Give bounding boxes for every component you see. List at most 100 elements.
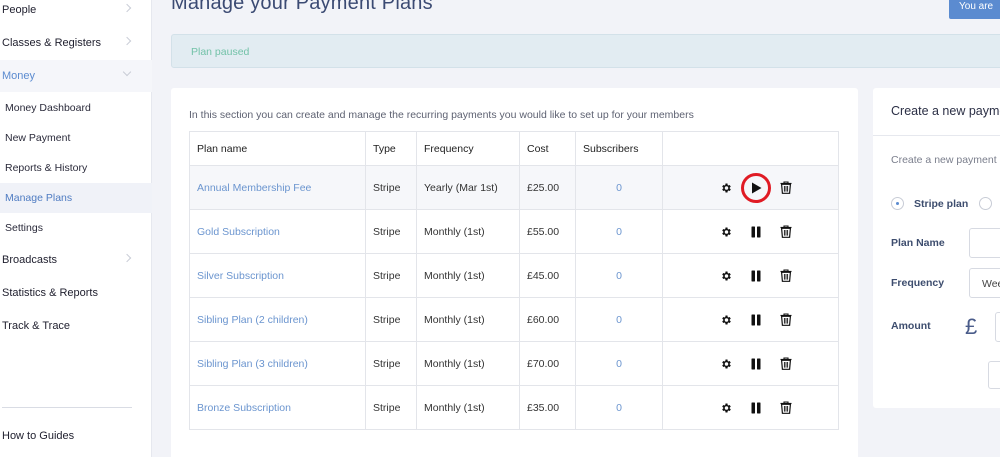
pause-icon[interactable]: [749, 269, 763, 283]
plan-name-link[interactable]: Sibling Plan (3 children): [189, 341, 366, 386]
gear-icon[interactable]: [719, 357, 733, 371]
new-plan-card: Create a new payment plan Create a new p…: [873, 88, 1000, 408]
sidebar-subitem-settings[interactable]: Settings: [0, 213, 152, 243]
gear-icon[interactable]: [719, 181, 733, 195]
plan-name-label: Plan Name: [891, 237, 945, 249]
plan-frequency-cell: Monthly (1st): [416, 341, 520, 386]
plan-cost-cell: £45.00: [519, 253, 576, 298]
sidebar-subitem-label: Manage Plans: [5, 192, 73, 204]
plan-subscribers-link[interactable]: 0: [575, 209, 663, 254]
sidebar-subitem-manage-plans[interactable]: Manage Plans: [0, 183, 152, 213]
sidebar-item-statistics-reports[interactable]: Statistics & Reports: [0, 277, 152, 309]
sidebar-item-money[interactable]: Money: [0, 60, 152, 92]
submit-button[interactable]: [988, 361, 1000, 389]
chevron-right-icon: [122, 3, 132, 13]
new-plan-title: Create a new payment plan: [891, 104, 1000, 118]
sidebar-item-broadcasts[interactable]: Broadcasts: [0, 244, 152, 276]
sidebar-subitem-label: Reports & History: [5, 162, 88, 174]
sidebar-subitem-money-dashboard[interactable]: Money Dashboard: [0, 93, 152, 123]
plan-subscribers-link[interactable]: 0: [575, 297, 663, 342]
sidebar-item-label: People: [2, 4, 37, 16]
user-menu-button[interactable]: You are: [949, 0, 1000, 19]
chevron-right-icon: [122, 36, 132, 46]
sidebar-item-label: Track & Trace: [2, 320, 71, 332]
plan-actions-cell: [662, 253, 839, 298]
gear-icon[interactable]: [719, 269, 733, 283]
plan-name-link[interactable]: Annual Membership Fee: [189, 165, 366, 210]
frequency-select[interactable]: Weekly: [969, 268, 1000, 298]
table-row: Annual Membership Fee Stripe Yearly (Mar 1…: [189, 165, 839, 210]
sidebar-subitem-label: New Payment: [5, 132, 71, 144]
plan-name-link[interactable]: Sibling Plan (2 children): [189, 297, 366, 342]
pause-icon[interactable]: [749, 357, 763, 371]
plan-name-input[interactable]: [969, 228, 1000, 258]
new-plan-subtitle: Create a new payment plan: [891, 154, 1000, 166]
plan-subscribers-link[interactable]: 0: [575, 341, 663, 386]
plan-name-link[interactable]: Gold Subscription: [189, 209, 366, 254]
plan-type-cell: Stripe: [365, 385, 417, 430]
currency-symbol: £: [965, 314, 978, 339]
plan-cost-cell: £55.00: [519, 209, 576, 254]
sidebar: People Classes & Registers Money Money D…: [0, 0, 152, 457]
plan-frequency-cell: Monthly (1st): [416, 385, 520, 430]
trash-icon[interactable]: [779, 269, 793, 283]
table-row: Gold Subscription Stripe Monthly (1st) £55.…: [189, 209, 839, 254]
gear-icon[interactable]: [719, 401, 733, 415]
sidebar-divider: [2, 407, 132, 408]
trash-icon[interactable]: [779, 181, 793, 195]
table-row: Sibling Plan (3 children) Stripe Monthly (…: [189, 341, 839, 386]
plan-actions-cell: [662, 385, 839, 430]
pause-icon[interactable]: [749, 313, 763, 327]
plan-cost-cell: £25.00: [519, 165, 576, 210]
table-header-row: Plan name Type Frequency Cost Subscriber…: [189, 131, 839, 166]
sidebar-subitem-label: Money Dashboard: [5, 102, 91, 114]
plan-type-cell: Stripe: [365, 297, 417, 342]
gear-icon[interactable]: [719, 313, 733, 327]
sidebar-subitem-new-payment[interactable]: New Payment: [0, 123, 152, 153]
trash-icon[interactable]: [779, 225, 793, 239]
gear-icon[interactable]: [719, 225, 733, 239]
other-plan-radio[interactable]: [979, 197, 992, 210]
plan-actions-cell: [662, 165, 839, 210]
sidebar-item-classes-registers[interactable]: Classes & Registers: [0, 27, 152, 59]
plan-subscribers-link[interactable]: 0: [575, 253, 663, 298]
frequency-label: Frequency: [891, 277, 945, 289]
trash-icon[interactable]: [779, 313, 793, 327]
plans-intro-text: In this section you can create and manag…: [189, 109, 694, 121]
plan-frequency-cell: Monthly (1st): [416, 253, 520, 298]
plan-name-link[interactable]: Silver Subscription: [189, 253, 366, 298]
new-plan-divider: [873, 135, 1000, 136]
stripe-plan-radio[interactable]: [891, 197, 904, 210]
table-row: Bronze Subscription Stripe Monthly (1st) £3…: [189, 385, 839, 430]
plan-subscribers-link[interactable]: 0: [575, 385, 663, 430]
column-header: Cost: [519, 131, 576, 166]
sidebar-item-how-to-guides[interactable]: How to Guides: [0, 420, 152, 452]
plan-name-link[interactable]: Bronze Subscription: [189, 385, 366, 430]
sidebar-item-people[interactable]: People: [0, 0, 152, 26]
amount-input[interactable]: [995, 312, 1000, 342]
sidebar-item-track-trace[interactable]: Track & Trace: [0, 310, 152, 342]
chevron-down-icon: [122, 67, 132, 77]
trash-icon[interactable]: [779, 357, 793, 371]
column-header: Type: [365, 131, 417, 166]
amount-label: Amount: [891, 320, 931, 332]
pause-icon[interactable]: [749, 225, 763, 239]
highlight-circle: [740, 172, 771, 203]
column-header: Plan name: [189, 131, 366, 166]
play-icon[interactable]: [740, 172, 771, 203]
sidebar-item-label: How to Guides: [2, 430, 75, 442]
column-header: Frequency: [416, 131, 520, 166]
plan-cost-cell: £35.00: [519, 385, 576, 430]
plan-subscribers-link[interactable]: 0: [575, 165, 663, 210]
sidebar-item-label: Statistics & Reports: [2, 287, 98, 299]
plan-type-cell: Stripe: [365, 209, 417, 254]
sidebar-subitem-reports-history[interactable]: Reports & History: [0, 153, 152, 183]
pause-icon[interactable]: [749, 401, 763, 415]
sidebar-item-label: Classes & Registers: [2, 37, 102, 49]
plan-frequency-cell: Monthly (1st): [416, 209, 520, 254]
page-title: Manage your Payment Plans: [171, 0, 433, 14]
trash-icon[interactable]: [779, 401, 793, 415]
plan-cost-cell: £70.00: [519, 341, 576, 386]
status-alert: Plan paused: [171, 34, 1000, 68]
table-row: Sibling Plan (2 children) Stripe Monthly (…: [189, 297, 839, 342]
